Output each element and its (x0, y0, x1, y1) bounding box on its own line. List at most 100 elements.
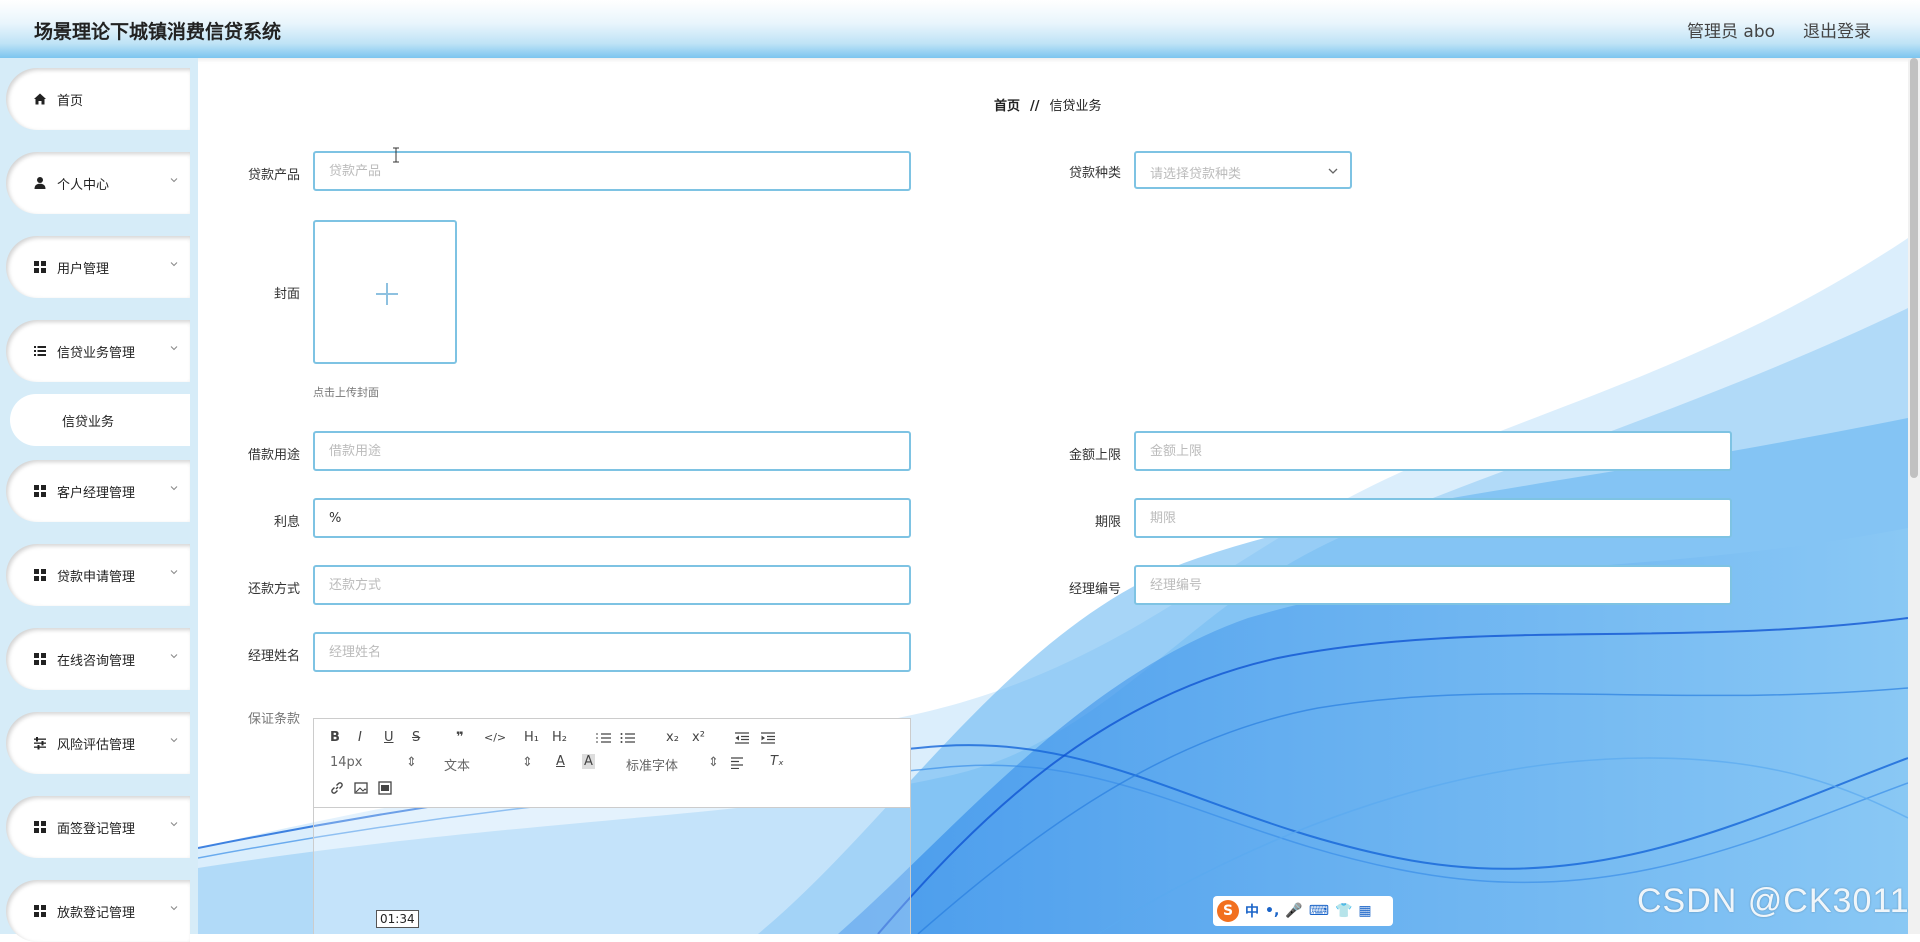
text-type-select[interactable]: 文本 (444, 755, 470, 774)
font-size-select[interactable]: 14px (330, 755, 363, 770)
grid-icon (34, 569, 46, 581)
code-block-button[interactable]: </> (484, 731, 506, 744)
video-timer: 01:34 (376, 910, 419, 928)
repayment-method-label: 还款方式 (247, 582, 300, 597)
loan-product-label: 贷款产品 (247, 168, 300, 183)
term-input[interactable] (1134, 498, 1732, 538)
ime-toolbar[interactable]: S 中 •, 🎤 ⌨ 👕 ▦ (1213, 896, 1393, 926)
plus-icon (376, 283, 398, 305)
subscript-button[interactable]: x₂ (666, 730, 679, 745)
sidebar-item-account-manager-management[interactable]: 客户经理管理 (6, 460, 190, 522)
heading1-button[interactable]: H₁ (524, 730, 539, 745)
bold-button[interactable]: B (330, 730, 340, 745)
loan-type-select[interactable]: 请选择贷款种类 (1134, 151, 1352, 189)
grid-icon (34, 905, 46, 917)
chevron-down-icon (170, 346, 178, 351)
rich-text-editor[interactable]: B I U S ❞ </> H₁ H₂ x₂ x² 14px ⇕ 文本 ⇕ A … (313, 718, 911, 934)
clear-format-icon[interactable]: Tₓ (770, 754, 784, 769)
chevron-down-icon (170, 178, 178, 183)
chevron-down-icon (170, 654, 178, 659)
background-color-icon[interactable]: A (582, 754, 595, 769)
breadcrumb-separator: // (1030, 99, 1040, 114)
loan-type-placeholder: 请选择贷款种类 (1150, 167, 1242, 182)
home-icon (34, 93, 46, 105)
sidebar-item-online-consultation-management[interactable]: 在线咨询管理 (6, 628, 190, 690)
text-cursor-icon (393, 147, 399, 163)
ordered-list-icon[interactable] (596, 732, 612, 744)
sidebar-item-home[interactable]: 首页 (6, 68, 190, 130)
sidebar-item-label: 面签登记管理 (57, 821, 136, 837)
chevron-down-icon (170, 906, 178, 911)
superscript-button[interactable]: x² (692, 730, 705, 745)
cover-upload-hint: 点击上传封面 (313, 386, 379, 399)
cover-label: 封面 (273, 287, 300, 302)
outdent-icon[interactable] (734, 732, 750, 744)
strike-button[interactable]: S (412, 730, 420, 745)
chevron-down-icon (170, 486, 178, 491)
term-label: 期限 (1094, 515, 1121, 530)
amount-limit-input[interactable] (1134, 431, 1732, 471)
logout-link[interactable]: 退出登录 (1803, 17, 1871, 42)
image-icon[interactable] (354, 781, 368, 795)
amount-limit-label: 金额上限 (1068, 448, 1121, 463)
loan-product-input[interactable] (313, 151, 911, 191)
blockquote-button[interactable]: ❞ (456, 730, 464, 745)
sidebar-item-personal-center[interactable]: 个人中心 (6, 152, 190, 214)
align-icon[interactable] (730, 757, 744, 769)
ime-language-label[interactable]: 中 (1245, 901, 1259, 921)
interest-label: 利息 (273, 515, 300, 530)
underline-button[interactable]: U (384, 730, 394, 745)
sidebar-item-user-management[interactable]: 用户管理 (6, 236, 190, 298)
scrollbar-thumb[interactable] (1910, 58, 1918, 478)
font-family-select[interactable]: 标准字体 (626, 755, 678, 774)
manager-id-input[interactable] (1134, 565, 1732, 605)
keyboard-icon[interactable]: ⌨ (1309, 903, 1329, 919)
loan-purpose-input[interactable] (313, 431, 911, 471)
punctuation-icon[interactable]: •, (1265, 903, 1279, 919)
vertical-scrollbar[interactable] (1908, 58, 1920, 934)
sidebar-item-credit-business-management[interactable]: 信贷业务管理 (6, 320, 190, 382)
bullet-list-icon[interactable] (620, 732, 636, 744)
grid-icon (34, 821, 46, 833)
link-icon[interactable] (330, 781, 344, 795)
interest-input[interactable] (313, 498, 911, 538)
manager-name-input[interactable] (313, 632, 911, 672)
sidebar-item-loan-application-management[interactable]: 贷款申请管理 (6, 544, 190, 606)
font-family-updown-icon[interactable]: ⇕ (708, 755, 719, 770)
sidebar-item-loan-disbursement-management[interactable]: 放款登记管理 (6, 880, 190, 942)
chevron-down-icon (170, 262, 178, 267)
sidebar-item-label: 放款登记管理 (57, 905, 136, 921)
loan-type-label: 贷款种类 (1068, 166, 1121, 181)
sidebar: 首页 个人中心 用户管理 信贷业务管理 信贷业务 客户经理管理 贷款申请管理 在… (0, 58, 198, 942)
sliders-icon (34, 737, 46, 750)
app-title: 场景理论下城镇消费信贷系统 (34, 21, 282, 43)
text-type-updown-icon[interactable]: ⇕ (522, 755, 533, 770)
manager-id-label: 经理编号 (1068, 582, 1121, 597)
microphone-icon[interactable]: 🎤 (1285, 903, 1302, 919)
sidebar-item-label: 信贷业务管理 (57, 345, 136, 361)
grid-icon (34, 485, 46, 497)
breadcrumb-current: 信贷业务 (1049, 99, 1102, 114)
sidebar-subitem-credit-business[interactable]: 信贷业务 (10, 394, 190, 446)
list-icon (34, 346, 46, 356)
admin-user-label: 管理员 abo (1687, 22, 1776, 42)
sidebar-item-interview-registration-management[interactable]: 面签登记管理 (6, 796, 190, 858)
video-icon[interactable] (378, 781, 392, 795)
heading2-button[interactable]: H₂ (552, 730, 567, 745)
skin-icon[interactable]: 👕 (1335, 903, 1352, 919)
sidebar-item-risk-assessment-management[interactable]: 风险评估管理 (6, 712, 190, 774)
font-size-updown-icon[interactable]: ⇕ (406, 755, 417, 770)
apps-icon[interactable]: ▦ (1358, 903, 1371, 919)
watermark: CSDN @CK3011 (1637, 882, 1910, 920)
breadcrumb-home[interactable]: 首页 (994, 99, 1020, 114)
italic-button[interactable]: I (358, 730, 362, 745)
font-color-icon[interactable]: A (556, 754, 565, 769)
sidebar-item-label: 在线咨询管理 (57, 653, 136, 669)
chevron-down-icon (170, 738, 178, 743)
sogou-logo-icon: S (1217, 900, 1239, 922)
repayment-method-input[interactable] (313, 565, 911, 605)
chevron-down-icon (170, 570, 178, 575)
indent-icon[interactable] (760, 732, 776, 744)
main-content: 首页 // 信贷业务 贷款产品 贷款种类 请选择贷款种类 封面 点击上传封面 借款用… (198, 58, 1908, 934)
cover-upload[interactable] (313, 220, 457, 364)
